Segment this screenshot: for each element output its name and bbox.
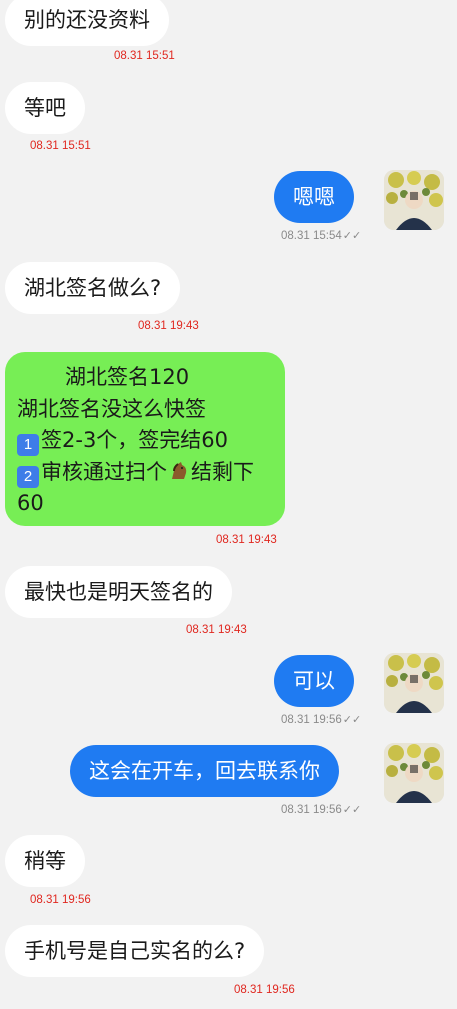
message-timestamp: 08.31 19:56✓✓: [281, 803, 361, 817]
message-timestamp: 08.31 19:43: [216, 534, 277, 546]
timestamp-text: 08.31 19:56: [281, 804, 342, 816]
message-timestamp: 08.31 15:51: [114, 50, 175, 62]
incoming-message-bubble[interactable]: 最快也是明天签名的: [5, 566, 232, 618]
chat-thread: 别的还没资料 08.31 15:51 等吧 08.31 15:51 嗯嗯 08.…: [0, 0, 457, 1009]
message-text: 稍等: [24, 849, 66, 873]
message-timestamp: 08.31 19:56✓✓: [281, 713, 361, 727]
keycap-two-icon: 2: [17, 465, 39, 488]
message-line: 湖北签名没这么快签: [17, 396, 206, 421]
message-timestamp: 08.31 15:54✓✓: [281, 229, 361, 243]
horse-icon: [168, 459, 190, 479]
message-text: 这会在开车，回去联系你: [89, 759, 320, 783]
user-avatar[interactable]: [384, 743, 444, 803]
message-timestamp: 08.31 19:56: [30, 894, 91, 906]
read-receipt-icon: ✓✓: [342, 714, 362, 726]
avatar-image: [384, 743, 444, 803]
outgoing-message-bubble[interactable]: 嗯嗯: [274, 171, 354, 223]
avatar-image: [384, 653, 444, 713]
message-line: 2 审核通过扫个 结剩下: [17, 457, 273, 489]
message-text: 等吧: [24, 96, 66, 120]
message-line: 1 签2-3个，签完结60: [17, 425, 273, 457]
message-text: 可以: [293, 669, 335, 693]
message-line: 60: [17, 491, 44, 515]
message-text: 手机号是自己实名的么?: [24, 939, 246, 963]
timestamp-text: 08.31 19:56: [281, 714, 342, 726]
keycap-one-icon: 1: [17, 434, 39, 456]
user-avatar[interactable]: [384, 170, 444, 230]
message-line-text: 签2-3个，签完结60: [41, 428, 229, 452]
incoming-green-message-bubble[interactable]: 湖北签名120 湖北签名没这么快签 1 签2-3个，签完结60 2 审核通过扫个 结剩…: [5, 352, 285, 526]
incoming-message-bubble[interactable]: 别的还没资料: [5, 0, 169, 46]
message-line: 湖北签名120: [65, 365, 190, 389]
message-timestamp: 08.31 19:43: [186, 624, 247, 636]
incoming-message-bubble[interactable]: 稍等: [5, 835, 85, 887]
message-text: 别的还没资料: [24, 8, 150, 32]
outgoing-message-bubble[interactable]: 可以: [274, 655, 354, 707]
user-avatar[interactable]: [384, 653, 444, 713]
read-receipt-icon: ✓✓: [342, 804, 362, 816]
timestamp-text: 08.31 15:54: [281, 230, 342, 242]
outgoing-message-bubble[interactable]: 这会在开车，回去联系你: [70, 745, 339, 797]
message-text: 最快也是明天签名的: [24, 580, 213, 604]
message-timestamp: 08.31 19:43: [138, 320, 199, 332]
message-line-text: 结剩下: [191, 459, 254, 484]
incoming-message-bubble[interactable]: 手机号是自己实名的么?: [5, 925, 265, 977]
incoming-message-bubble[interactable]: 等吧: [5, 82, 85, 134]
message-timestamp: 08.31 19:56: [234, 984, 295, 996]
message-timestamp: 08.31 15:51: [30, 140, 91, 152]
message-line-text: 审核通过扫个: [41, 459, 167, 484]
read-receipt-icon: ✓✓: [342, 230, 362, 242]
message-text: 湖北签名做么?: [24, 276, 162, 300]
incoming-message-bubble[interactable]: 湖北签名做么?: [5, 262, 181, 314]
message-text: 嗯嗯: [293, 185, 335, 209]
avatar-image: [384, 170, 444, 230]
